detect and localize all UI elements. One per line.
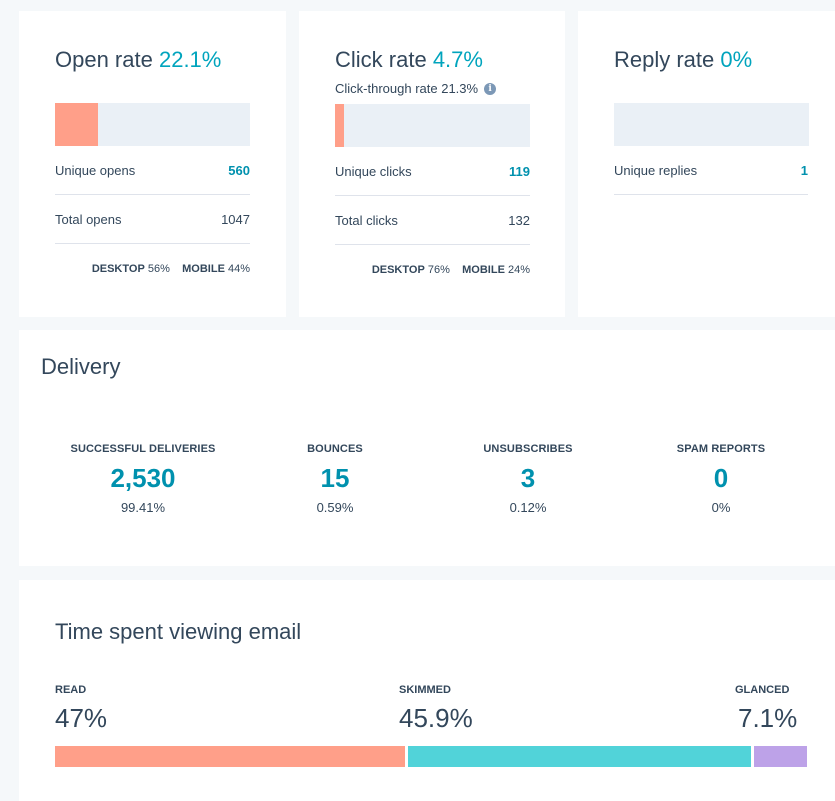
time-viewing-title: Time spent viewing email	[55, 619, 302, 644]
click-rate-value: 4.7%	[432, 47, 483, 72]
open-desktop-label: DESKTOP	[91, 263, 145, 275]
open-rate-bar-fill	[55, 103, 99, 146]
unique-opens-label: Unique opens	[55, 162, 136, 178]
click-device-split: DESKTOP 76% MOBILE 24%	[335, 264, 530, 276]
glanced-label: GLANCED	[735, 684, 790, 696]
spam-reports-metric: SPAM REPORTS 0 0%	[621, 443, 821, 515]
reply-rate-value: 0%	[720, 47, 753, 72]
read-percent: 47%	[55, 703, 108, 733]
unsubscribes-label: UNSUBSCRIBES	[483, 443, 573, 455]
bounces-value[interactable]: 15	[235, 464, 435, 492]
total-opens-value: 1047	[221, 211, 250, 227]
spam-reports-value[interactable]: 0	[621, 464, 821, 492]
unique-replies-label: Unique replies	[614, 162, 698, 178]
open-mobile-label: MOBILE	[182, 263, 225, 275]
successful-deliveries-value[interactable]: 2,530	[43, 464, 243, 492]
click-mobile-label: MOBILE	[462, 264, 505, 276]
total-opens-label: Total opens	[55, 211, 122, 227]
open-mobile-value: 44%	[227, 263, 250, 275]
click-rate-label: Click rate	[335, 47, 427, 72]
click-rate-title: Click rate 4.7%	[335, 47, 483, 73]
successful-deliveries-metric: SUCCESSFUL DELIVERIES 2,530 99.41%	[43, 443, 243, 515]
reply-rate-label: Reply rate	[614, 47, 715, 72]
unsubscribes-metric: UNSUBSCRIBES 3 0.12%	[428, 443, 628, 515]
reply-rate-bar	[614, 103, 809, 146]
skimmed-label: SKIMMED	[399, 684, 451, 696]
skimmed-percent: 45.9%	[399, 703, 473, 733]
total-clicks-label: Total clicks	[335, 212, 398, 228]
skimmed-bar-segment[interactable]	[408, 746, 751, 767]
unique-clicks-label: Unique clicks	[335, 163, 412, 179]
click-rate-card: Click rate 4.7% Click-through rate 21.3%…	[299, 11, 565, 317]
open-rate-card: Open rate 22.1% Unique opens 560 Total o…	[19, 11, 286, 317]
click-desktop-value: 76%	[427, 264, 450, 276]
open-rate-title: Open rate 22.1%	[55, 47, 221, 73]
click-desktop-label: DESKTOP	[371, 264, 425, 276]
total-clicks-row: Total clicks 132	[335, 196, 530, 245]
open-desktop-value: 56%	[147, 263, 170, 275]
unique-replies-value[interactable]: 1	[801, 163, 808, 178]
delivery-title: Delivery	[41, 354, 121, 379]
total-opens-row: Total opens 1047	[55, 195, 250, 244]
bounces-percent: 0.59%	[316, 500, 354, 515]
read-label: READ	[55, 684, 87, 696]
unique-replies-row: Unique replies 1	[614, 146, 808, 195]
open-rate-bar	[55, 103, 250, 146]
glanced-bar-segment[interactable]	[753, 746, 807, 767]
bounces-metric: BOUNCES 15 0.59%	[235, 443, 435, 515]
unique-clicks-value[interactable]: 119	[509, 164, 530, 179]
read-bar-segment[interactable]	[55, 746, 406, 767]
unique-clicks-row: Unique clicks 119	[335, 147, 530, 196]
click-through-rate-label: Click-through rate 21.3%	[335, 81, 479, 96]
bounces-label: BOUNCES	[307, 443, 363, 455]
info-icon[interactable]: i	[484, 82, 497, 95]
click-rate-bar	[335, 104, 530, 147]
glanced-percent: 7.1%	[738, 703, 798, 733]
open-device-split: DESKTOP 56% MOBILE 44%	[55, 263, 250, 275]
spam-reports-label: SPAM REPORTS	[676, 443, 766, 455]
successful-deliveries-percent: 99.41%	[120, 500, 166, 515]
click-through-rate: Click-through rate 21.3% i	[335, 81, 497, 96]
unsubscribes-value[interactable]: 3	[428, 464, 628, 492]
reply-rate-title: Reply rate 0%	[614, 47, 752, 73]
click-mobile-value: 24%	[507, 264, 530, 276]
total-clicks-value: 132	[508, 212, 530, 228]
successful-deliveries-label: SUCCESSFUL DELIVERIES	[70, 443, 216, 455]
open-rate-value: 22.1%	[158, 47, 222, 72]
unsubscribes-percent: 0.12%	[509, 500, 547, 515]
spam-reports-percent: 0%	[711, 500, 731, 515]
reply-rate-card: Reply rate 0% Unique replies 1	[578, 11, 835, 317]
unique-opens-row: Unique opens 560	[55, 146, 250, 195]
open-rate-label: Open rate	[55, 47, 153, 72]
unique-opens-value[interactable]: 560	[228, 163, 250, 178]
click-rate-bar-fill	[335, 104, 345, 147]
